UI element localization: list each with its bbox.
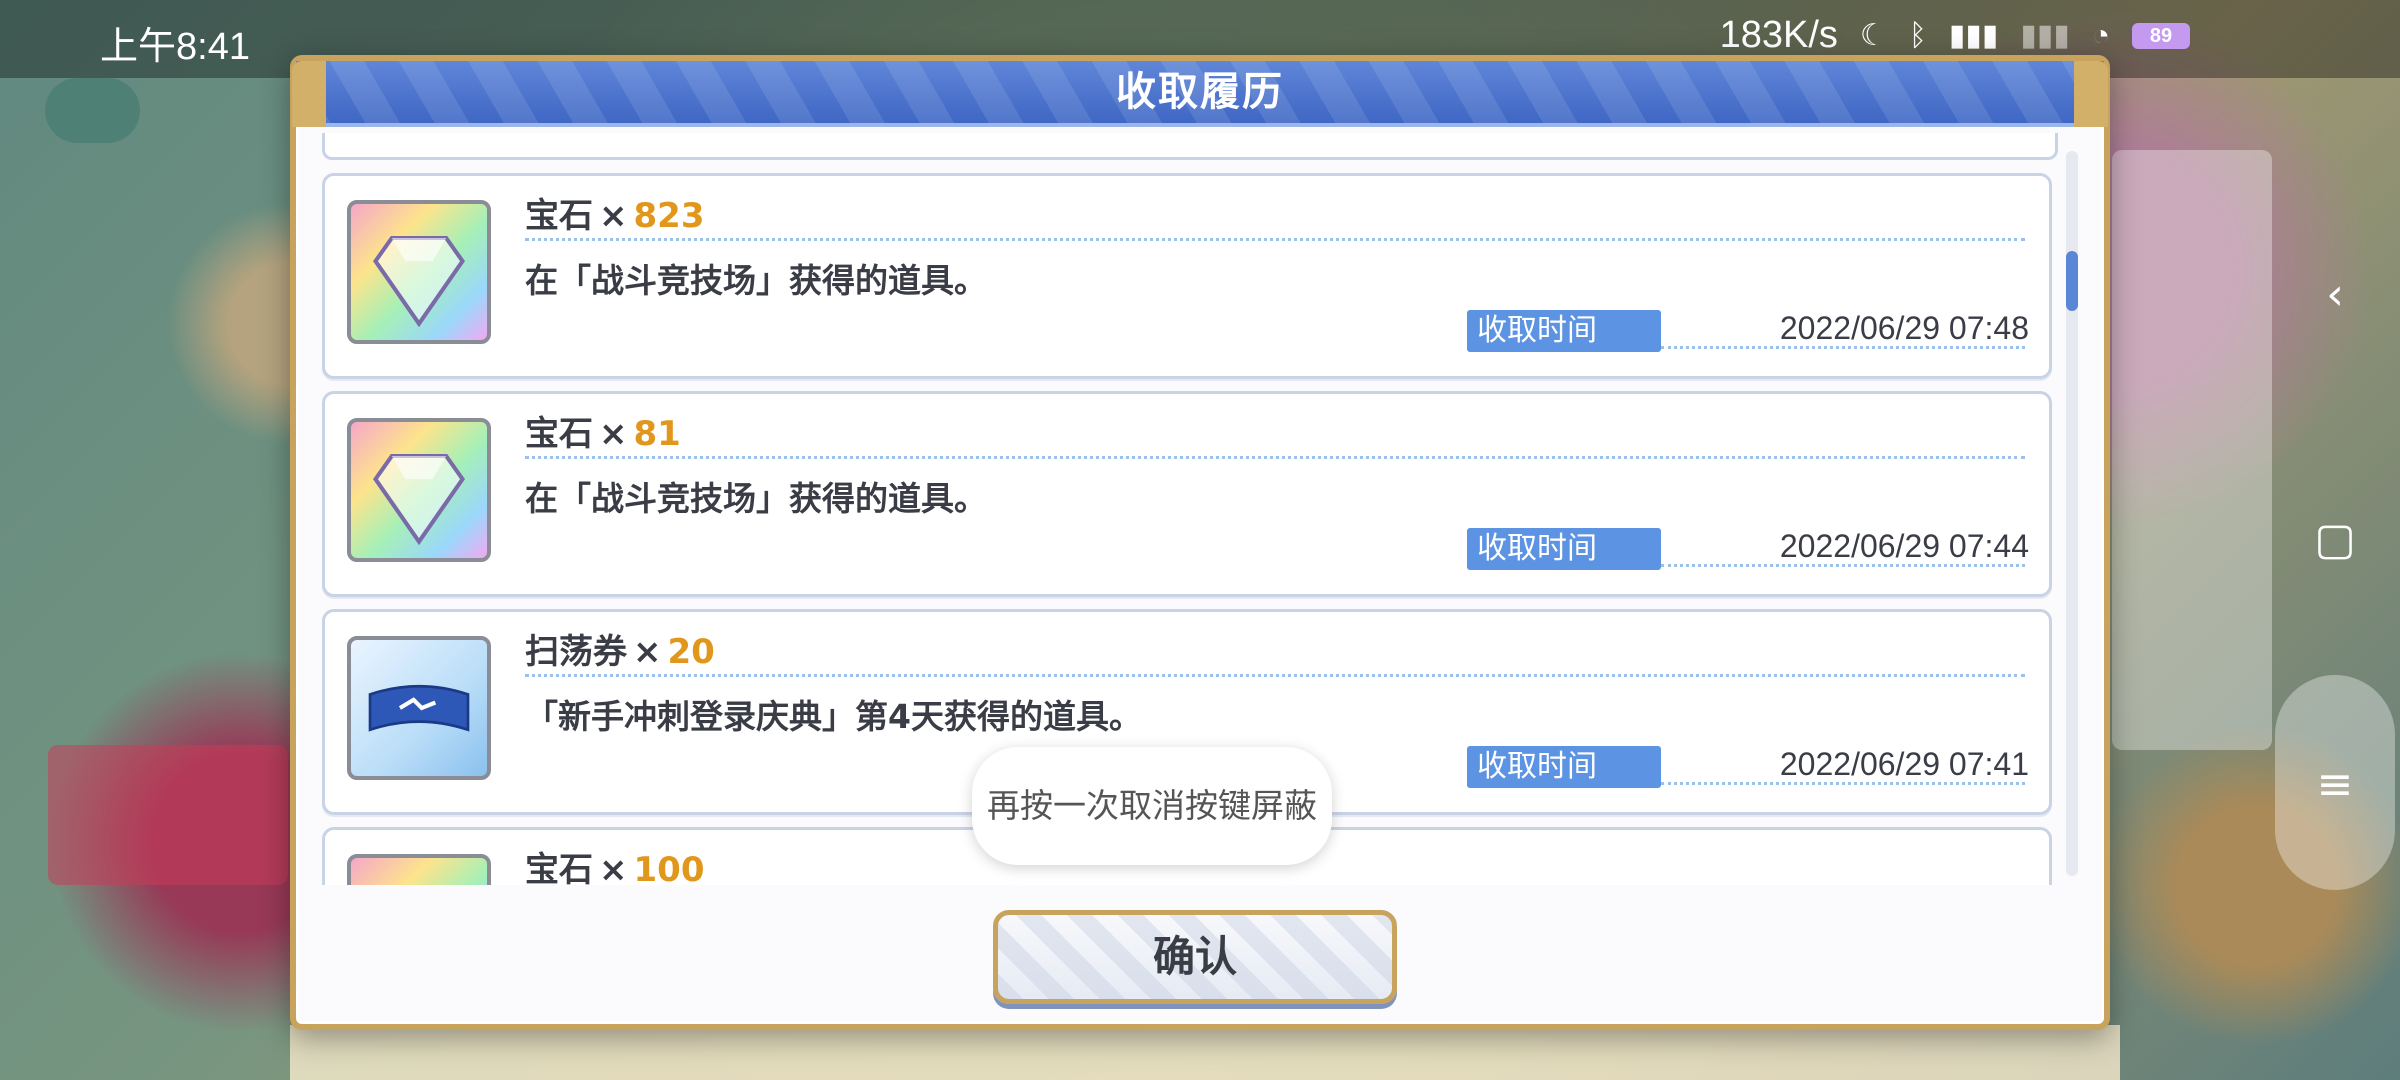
dialog-title: 收取履历 [1116,69,1284,115]
gem-icon [347,200,491,344]
item-quantity: 823 [633,196,705,236]
wifi-icon: ◔ [2091,18,2110,52]
item-quantity: 81 [633,414,681,454]
item-description: 在「战斗竞技场」获得的道具。 [525,479,987,518]
network-speed: 183K/s [1719,14,1838,56]
divider [525,674,2025,677]
item-title: 宝石 × 823 [525,196,705,236]
divider [525,238,2025,241]
battery-icon: 89 [2132,22,2190,49]
time-label-badge: 收取时间 [1467,746,1661,788]
toast-message: 再按一次取消按键屏蔽 [972,747,1332,865]
receive-time: 2022/06/29 07:41 [1779,746,2029,782]
system-nav: ‹ ▢ ≡ [2270,0,2400,1080]
divider [525,456,2025,459]
back-chevron-icon[interactable]: ‹ [2310,270,2360,320]
bg-event-banner [48,745,288,885]
bluetooth-icon: ᛒ [1908,18,1927,52]
item-description: 「新手冲刺登录庆典」第4天获得的道具。 [525,697,1142,736]
item-title: 宝石 × 81 [525,414,681,454]
time-label-badge: 收取时间 [1467,528,1661,570]
list-item-partial-top [322,133,2058,160]
menu-icon[interactable]: ≡ [2310,760,2360,810]
dialog-header: 收取履历 [292,61,2108,127]
bg-right-panel [2112,150,2272,750]
receive-time: 2022/06/29 07:48 [1779,310,2029,346]
receive-time: 2022/06/29 07:44 [1779,528,2029,564]
home-square-icon[interactable]: ▢ [2310,515,2360,565]
item-title: 扫荡券 × 20 [525,632,715,672]
bg-bottom-nav [290,1025,2120,1080]
signal-2-icon: ▮▮▮ [2020,19,2070,52]
scrollbar-thumb[interactable] [2066,251,2078,311]
receive-history-dialog: 收取履历 宝石 × 823 在「战斗竞技场」获得的道具。 收取时间 2022/06/… [290,55,2110,1030]
item-quantity: 100 [633,850,705,885]
item-description: 在「战斗竞技场」获得的道具。 [525,261,987,300]
do-not-disturb-icon: ☾ [1859,19,1887,52]
item-quantity: 20 [667,632,715,672]
sweep-ticket-icon [347,636,491,780]
list-item: 宝石 × 81 在「战斗竞技场」获得的道具。 收取时间 2022/06/29 07:… [322,391,2052,597]
signal-icon: ▮▮▮ [1948,19,1999,52]
bg-level-badge [45,78,140,143]
list-scrollbar[interactable] [2066,151,2078,876]
status-icons: 183K/s ☾ ᛒ ▮▮▮ ▮▮▮ ◔ 89 [1720,14,2190,57]
status-time: 上午8:41 [100,26,250,68]
list-item: 宝石 × 823 在「战斗竞技场」获得的道具。 收取时间 2022/06/29 07… [322,173,2052,379]
gem-icon [347,418,491,562]
time-label-badge: 收取时间 [1467,310,1661,352]
item-title: 宝石 × 100 [525,842,704,885]
confirm-button[interactable]: 确认 [993,910,1397,1004]
gem-icon [347,854,491,885]
